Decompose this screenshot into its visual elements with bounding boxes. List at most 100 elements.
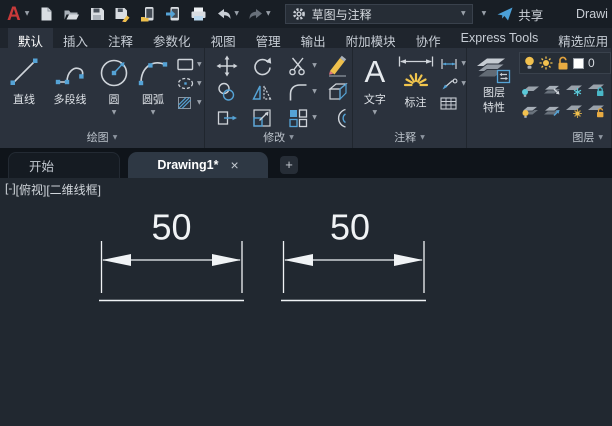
move-button[interactable] — [216, 55, 238, 77]
file-tab-start[interactable]: 开始 — [8, 152, 120, 178]
layer-on-button[interactable] — [520, 101, 540, 118]
offset-button[interactable] — [327, 107, 349, 129]
panel-title-annotation[interactable]: 注释 ▼ — [353, 129, 466, 145]
share-label: 共享 — [518, 8, 544, 23]
array-dropdown-icon[interactable]: ▼ — [312, 115, 317, 121]
table-button[interactable] — [440, 97, 466, 110]
layer-unlock2-icon — [588, 105, 604, 118]
layer-properties-icon — [475, 58, 511, 84]
explode-cube-icon — [328, 82, 348, 101]
layer-thaw-button[interactable] — [564, 101, 584, 118]
workspace-selector[interactable]: 草图与注释 ▼ — [284, 4, 473, 24]
ribbon-tab-manage[interactable]: 管理 — [246, 28, 291, 49]
panel-layers: 图层 特性 0 图层 ▼ — [467, 48, 612, 148]
hatch-dropdown-icon[interactable]: ▼ — [197, 100, 202, 106]
rectangle-dropdown-icon[interactable]: ▼ — [197, 61, 202, 68]
linear-dimension-button[interactable]: ▼ — [440, 58, 466, 70]
redo-button[interactable]: ▼ — [248, 8, 271, 21]
ribbon-tab-view[interactable]: 视图 — [201, 28, 246, 49]
arc-icon — [138, 62, 168, 86]
ribbon-tab-bar: 默认 插入 注释 参数化 视图 管理 输出 附加模块 协作 Express To… — [0, 28, 612, 49]
ellipse-button[interactable]: ▼ — [177, 77, 202, 90]
ribbon-tab-output[interactable]: 输出 — [291, 28, 336, 49]
ribbon-tab-parametric[interactable]: 参数化 — [143, 28, 201, 49]
ribbon-tab-addins[interactable]: 附加模块 — [336, 28, 406, 49]
share-button[interactable]: 共享 — [497, 5, 543, 24]
rotate-button[interactable] — [251, 55, 273, 77]
ribbon-tab-home[interactable]: 默认 — [8, 28, 54, 49]
dimension-annotation-1[interactable]: 50 — [99, 207, 244, 302]
text-tool-icon: A — [364, 54, 386, 89]
app-menu-button[interactable]: A ▼ — [7, 5, 29, 24]
stretch-button[interactable] — [216, 107, 238, 129]
device-save-icon — [166, 7, 180, 21]
drawing-canvas[interactable]: [-] [俯视] [二维线框] 50 50 — [0, 178, 612, 426]
dimension-annotation-2[interactable]: 50 — [281, 207, 426, 302]
ribbon-tab-annotate[interactable]: 注释 — [98, 28, 143, 49]
text-label: 文字 — [363, 94, 386, 106]
copy-button[interactable] — [216, 81, 238, 103]
layers-panel-expand-icon: ▼ — [598, 134, 603, 141]
open-from-web-mobile-button[interactable] — [140, 6, 156, 22]
undo-icon — [218, 8, 231, 19]
new-file-button[interactable] — [39, 6, 54, 22]
ellipse-dropdown-icon[interactable]: ▼ — [197, 80, 202, 87]
leader-dropdown-icon[interactable]: ▼ — [461, 80, 466, 87]
ribbon-tab-insert[interactable]: 插入 — [53, 28, 98, 49]
layer-off-button[interactable] — [520, 80, 540, 97]
table-icon — [440, 97, 457, 110]
save-as-button[interactable] — [114, 6, 131, 22]
array-button[interactable]: ▼ — [287, 107, 317, 129]
layer-unlock2-button[interactable] — [586, 101, 606, 118]
close-tab-icon[interactable]: × — [230, 158, 238, 172]
layer-thaw-sun-icon — [539, 56, 553, 70]
new-file-icon — [41, 7, 52, 21]
trim-button[interactable]: ▼ — [287, 55, 317, 77]
layer-select-combo[interactable]: 0 — [519, 52, 611, 74]
erase-button[interactable] — [326, 55, 350, 77]
layer-isolate-button[interactable] — [542, 80, 562, 97]
layer-off-icon — [522, 86, 539, 97]
ribbon: 直线 多段线 圆 ▼ 圆弧 ▼ ▼ ▼ ▼ 绘图 ▼ ▼ ▼ ▼ 修改 ▼ A … — [0, 48, 612, 148]
fillet-button[interactable]: ▼ — [287, 81, 317, 103]
modify-panel-expand-icon: ▼ — [289, 134, 294, 141]
current-layer-name: 0 — [588, 56, 595, 70]
hatch-button[interactable]: ▼ — [177, 96, 202, 110]
leader-button[interactable]: ▼ — [440, 77, 466, 90]
fillet-icon — [289, 84, 307, 101]
layer-freeze-button[interactable] — [564, 80, 584, 97]
layer-unisolate-icon — [542, 106, 562, 117]
fillet-dropdown-icon[interactable]: ▼ — [312, 89, 317, 95]
scale-button[interactable] — [251, 107, 273, 129]
layer-lock-button[interactable] — [586, 80, 606, 97]
circle-dropdown-icon[interactable]: ▼ — [112, 110, 117, 116]
rectangle-button[interactable]: ▼ — [177, 58, 202, 71]
undo-dropdown-icon[interactable]: ▼ — [234, 11, 239, 17]
panel-title-draw[interactable]: 绘图 ▼ — [0, 129, 204, 145]
arc-dropdown-icon[interactable]: ▼ — [151, 110, 156, 116]
new-drawing-tab-button[interactable]: + — [280, 156, 298, 174]
text-dropdown-icon[interactable]: ▼ — [373, 110, 378, 116]
panel-title-modify[interactable]: 修改 ▼ — [205, 129, 352, 145]
ribbon-tab-express-tools[interactable]: Express Tools — [451, 28, 549, 48]
open-file-button[interactable] — [63, 6, 80, 22]
annotation-title-label: 注释 — [394, 132, 417, 144]
mirror-button[interactable] — [251, 81, 273, 103]
redo-dropdown-icon[interactable]: ▼ — [266, 11, 271, 17]
layer-unisolate-button[interactable] — [542, 101, 562, 118]
trim-dropdown-icon[interactable]: ▼ — [312, 63, 317, 69]
linear-dimension-dropdown-icon[interactable]: ▼ — [461, 61, 466, 67]
save-button[interactable] — [89, 6, 105, 22]
file-tab-drawing1[interactable]: Drawing1* × — [128, 152, 268, 178]
workspace-dropdown-icon: ▼ — [460, 10, 466, 17]
ribbon-tab-collaborate[interactable]: 协作 — [406, 28, 451, 49]
save-to-web-mobile-button[interactable] — [165, 6, 181, 22]
ribbon-tab-featured-apps[interactable]: 精选应用 — [548, 28, 612, 49]
layer-properties-label-line1: 图层 — [483, 87, 505, 99]
panel-title-layers[interactable]: 图层 ▼ — [467, 129, 611, 145]
qat-customize-dropdown-icon[interactable]: ▼ — [482, 11, 487, 17]
explode-button[interactable] — [327, 81, 349, 103]
rotate-icon — [254, 57, 272, 76]
undo-button[interactable]: ▼ — [216, 8, 239, 21]
plot-button[interactable] — [190, 6, 207, 22]
